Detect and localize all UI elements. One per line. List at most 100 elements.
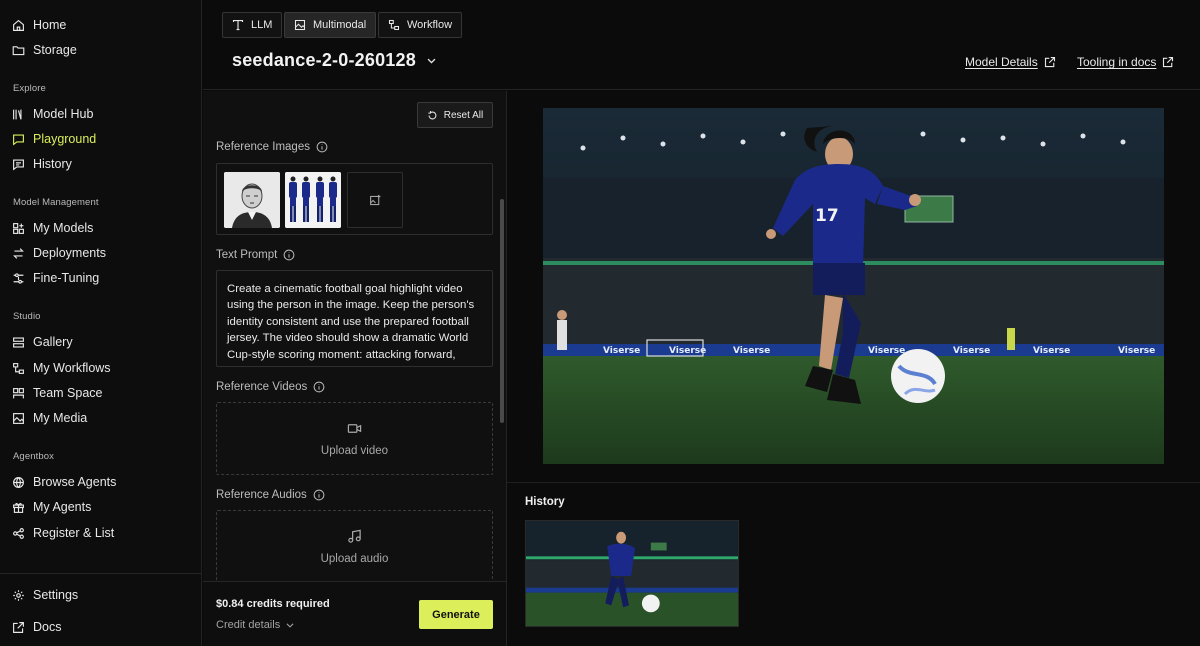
sidebar-item-playground[interactable]: Playground: [12, 128, 96, 150]
sidebar-item-deployments[interactable]: Deployments: [12, 242, 106, 264]
sidebar-item-register-list[interactable]: Register & List: [12, 522, 114, 544]
text-icon: [232, 19, 244, 31]
section-label-agentbox: Agentbox: [13, 451, 54, 462]
sidebar-item-label: My Agents: [33, 500, 92, 514]
reset-icon: [428, 110, 437, 119]
sidebar-item-team-space[interactable]: Team Space: [12, 382, 102, 404]
info-icon[interactable]: [313, 381, 325, 393]
mode-tab-label: Multimodal: [313, 19, 367, 31]
sidebar-item-label: Model Hub: [33, 107, 94, 121]
reference-audios-text: Reference Audios: [216, 489, 307, 501]
workflow-icon: [13, 362, 24, 374]
panel-footer: $0.84 credits required Credit details Ge…: [203, 581, 506, 646]
library-icon: [13, 109, 22, 120]
reset-all-label: Reset All: [443, 109, 484, 121]
sidebar-item-settings[interactable]: Settings: [12, 584, 78, 606]
svg-text:Viserse: Viserse: [868, 346, 905, 356]
sidebar-item-label: My Workflows: [33, 361, 111, 375]
info-icon[interactable]: [316, 141, 328, 153]
generate-button[interactable]: Generate: [419, 600, 493, 629]
external-link-icon: [1044, 56, 1055, 68]
sidebar-item-home[interactable]: Home: [12, 14, 66, 36]
image-plus-icon: [369, 194, 380, 205]
preview-area: Viserse Viserse Viserse Viserse Viserse …: [507, 91, 1200, 646]
sidebar: Home Storage Explore Model Hub Playgroun…: [0, 0, 202, 646]
info-icon[interactable]: [283, 249, 295, 261]
sidebar-item-my-workflows[interactable]: My Workflows: [12, 357, 111, 379]
model-details-link[interactable]: Model Details: [965, 55, 1056, 69]
mode-tab-workflow[interactable]: Workflow: [378, 12, 463, 38]
sidebar-item-storage[interactable]: Storage: [12, 39, 77, 61]
sidebar-item-browse-agents[interactable]: Browse Agents: [12, 471, 116, 493]
reset-all-button[interactable]: Reset All: [417, 102, 493, 128]
credit-details-toggle[interactable]: Credit details: [216, 619, 295, 631]
chevron-down-icon: [427, 58, 436, 64]
jersey-poses: [285, 172, 341, 228]
text-prompt-input[interactable]: Create a cinematic football goal highlig…: [216, 270, 493, 367]
model-selector[interactable]: seedance-2-0-260128: [232, 50, 437, 71]
top-header: LLM Multimodal Workflow seedance-2-0-260…: [203, 0, 1200, 90]
sidebar-divider: [0, 573, 202, 574]
reference-image-portrait[interactable]: [224, 172, 280, 228]
svg-text:Viserse: Viserse: [1118, 346, 1155, 356]
sidebar-item-label: Playground: [33, 132, 97, 146]
chevron-down-icon: [286, 623, 294, 628]
reference-videos-label: Reference Videos: [216, 381, 325, 393]
team-icon: [13, 387, 24, 398]
image-icon: [294, 19, 306, 31]
sidebar-item-label: Register & List: [33, 526, 115, 540]
history-title: History: [525, 496, 565, 508]
sidebar-item-my-agents[interactable]: My Agents: [12, 496, 91, 518]
upload-video-dropzone[interactable]: Upload video: [216, 402, 493, 475]
sidebar-item-gallery[interactable]: Gallery: [12, 331, 73, 353]
sidebar-item-model-hub[interactable]: Model Hub: [12, 103, 93, 125]
section-label-explore: Explore: [13, 83, 46, 94]
svg-text:Viserse: Viserse: [603, 346, 640, 356]
sidebar-item-fine-tuning[interactable]: Fine-Tuning: [12, 267, 99, 289]
sidebar-item-label: Gallery: [33, 335, 73, 349]
sidebar-item-history[interactable]: History: [12, 153, 72, 175]
reference-images-box: [216, 163, 493, 235]
text-prompt-text: Text Prompt: [216, 249, 278, 261]
sidebar-item-label: Browse Agents: [33, 475, 117, 489]
reference-videos-text: Reference Videos: [216, 381, 308, 393]
add-image-button[interactable]: [347, 172, 403, 228]
info-icon[interactable]: [313, 489, 325, 501]
upload-audio-dropzone[interactable]: Upload audio: [216, 510, 493, 583]
sidebar-item-label: Home: [33, 18, 67, 32]
mode-tab-label: Workflow: [407, 19, 453, 31]
workflow-icon: [388, 19, 400, 31]
history-divider: [507, 482, 1200, 483]
nodes-icon: [13, 527, 24, 539]
reference-images-label: Reference Images: [216, 141, 328, 153]
config-panel: Reset All Reference Images Text Prompt C…: [203, 91, 507, 646]
jersey-number: 17: [815, 206, 839, 226]
music-note-icon: [348, 529, 361, 543]
mode-tab-llm[interactable]: LLM: [222, 12, 283, 38]
tooling-docs-label: Tooling in docs: [1077, 55, 1157, 69]
sidebar-item-my-models[interactable]: My Models: [12, 217, 93, 239]
svg-text:Viserse: Viserse: [733, 346, 770, 356]
upload-video-label: Upload video: [320, 444, 389, 457]
stack-icon: [13, 336, 24, 348]
generated-video[interactable]: Viserse Viserse Viserse Viserse Viserse …: [543, 108, 1164, 464]
mode-tab-multimodal[interactable]: Multimodal: [284, 12, 377, 38]
section-label-studio: Studio: [13, 311, 41, 322]
reference-images-text: Reference Images: [216, 141, 310, 153]
external-link-icon: [13, 621, 24, 633]
panel-scrollbar[interactable]: [500, 199, 504, 423]
chat-icon: [13, 133, 24, 146]
tooling-docs-link[interactable]: Tooling in docs: [1077, 55, 1174, 69]
sidebar-item-my-media[interactable]: My Media: [12, 407, 87, 429]
sidebar-item-docs[interactable]: Docs: [12, 616, 61, 638]
sidebar-item-label: Team Space: [33, 386, 103, 400]
upload-audio-label: Upload audio: [320, 552, 389, 565]
folder-icon: [12, 45, 25, 55]
model-name: seedance-2-0-260128: [232, 50, 416, 70]
chat-history-icon: [13, 158, 24, 171]
reference-image-jersey[interactable]: [285, 172, 341, 228]
history-thumbnail[interactable]: [525, 520, 739, 627]
section-label-model-management: Model Management: [13, 197, 99, 208]
sidebar-item-label: Docs: [33, 620, 62, 634]
arrows-icon: [13, 247, 24, 259]
